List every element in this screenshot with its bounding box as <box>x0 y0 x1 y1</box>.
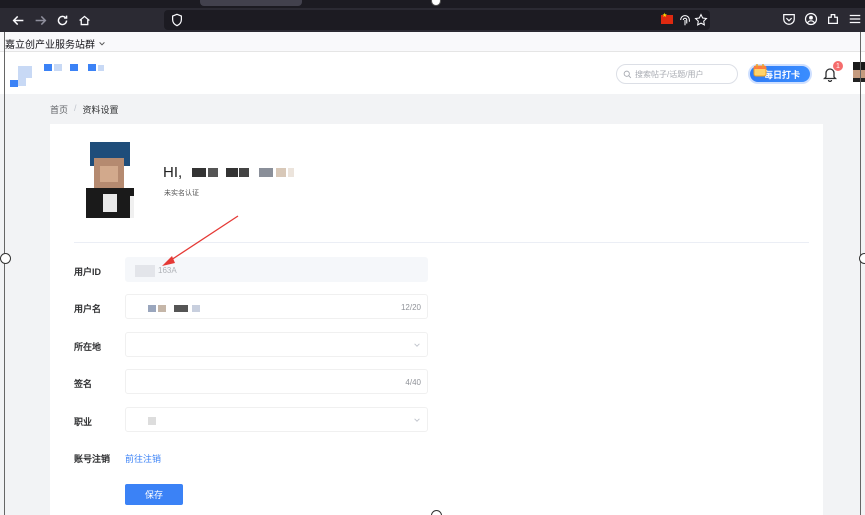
window-edge-left <box>4 32 5 515</box>
user-id-field: 163A <box>125 257 428 282</box>
breadcrumb: 首页 / 资料设置 <box>50 103 119 116</box>
shield-icon[interactable] <box>170 13 184 27</box>
bookmark-folder[interactable]: 嘉立创产业服务站群 <box>5 36 106 51</box>
back-icon <box>12 15 23 25</box>
back-button[interactable] <box>8 10 28 30</box>
breadcrumb-current: 资料设置 <box>82 105 119 115</box>
signature-label: 签名 <box>74 379 93 389</box>
address-bar[interactable] <box>164 10 710 30</box>
bookmark-star-icon[interactable] <box>694 13 708 27</box>
bookmarks-bar: 嘉立创产业服务站群 <box>0 32 865 52</box>
notification-badge: 1 <box>833 61 843 71</box>
verify-status: 未实名认证 <box>164 190 199 197</box>
username-input[interactable]: 12/20 <box>125 294 428 319</box>
calendar-icon <box>753 64 767 77</box>
location-label: 所在地 <box>74 342 102 352</box>
user-id-label: 用户ID <box>74 267 102 277</box>
greeting-text: HI, <box>163 164 183 181</box>
extensions-icon[interactable] <box>826 12 840 26</box>
browser-toolbar <box>0 8 865 32</box>
signature-char-count: 4/40 <box>405 378 421 387</box>
window-edge-right <box>860 32 861 515</box>
fingerprint-icon[interactable] <box>678 13 692 27</box>
menu-icon[interactable] <box>848 12 862 26</box>
window-resize-handle-right[interactable] <box>859 253 865 264</box>
username-label: 用户名 <box>74 304 102 314</box>
breadcrumb-separator: / <box>74 103 77 113</box>
home-button[interactable] <box>74 10 94 30</box>
flag-icon[interactable] <box>661 12 673 24</box>
location-select[interactable] <box>125 332 428 357</box>
window-resize-handle-left[interactable] <box>0 253 11 264</box>
profile-avatar[interactable] <box>86 140 134 218</box>
signature-input[interactable]: 4/40 <box>125 369 428 394</box>
account-cancel-link[interactable]: 前往注销 <box>125 452 161 465</box>
search-box[interactable] <box>616 64 738 84</box>
active-tab[interactable] <box>200 0 302 6</box>
save-button[interactable]: 保存 <box>125 484 183 505</box>
forward-icon <box>35 15 46 25</box>
reload-icon <box>57 15 67 25</box>
reload-button[interactable] <box>52 10 72 30</box>
breadcrumb-home[interactable]: 首页 <box>50 103 68 116</box>
window-resize-handle-bottom[interactable] <box>431 510 442 515</box>
username-char-count: 12/20 <box>400 303 421 312</box>
daily-checkin-button[interactable]: 每日打卡 <box>748 64 812 84</box>
job-select[interactable] <box>125 407 428 432</box>
home-icon <box>78 15 90 25</box>
daily-checkin-label: 每日打卡 <box>763 69 800 80</box>
chevron-down-icon <box>414 343 420 347</box>
browser-tab-strip <box>0 0 865 8</box>
user-id-value: 163A <box>158 266 177 275</box>
search-icon <box>623 70 632 78</box>
divider <box>74 242 809 243</box>
forward-button[interactable] <box>30 10 50 30</box>
pocket-icon[interactable] <box>782 12 796 26</box>
account-cancel-label: 账号注销 <box>74 454 111 464</box>
avatar[interactable] <box>853 62 865 82</box>
bookmark-folder-label: 嘉立创产业服务站群 <box>5 40 95 51</box>
job-label: 职业 <box>74 417 93 427</box>
profile-settings-card: HI, 未实名认证 用户ID 163A 用户名 12/20 所在地 签名 4/4… <box>50 124 823 515</box>
chevron-down-icon <box>414 418 420 422</box>
account-icon[interactable] <box>804 12 818 26</box>
site-header: 每日打卡 1 <box>0 52 865 94</box>
chevron-down-icon <box>99 41 105 45</box>
window-resize-handle-top[interactable] <box>431 0 441 6</box>
search-input[interactable] <box>635 69 735 79</box>
